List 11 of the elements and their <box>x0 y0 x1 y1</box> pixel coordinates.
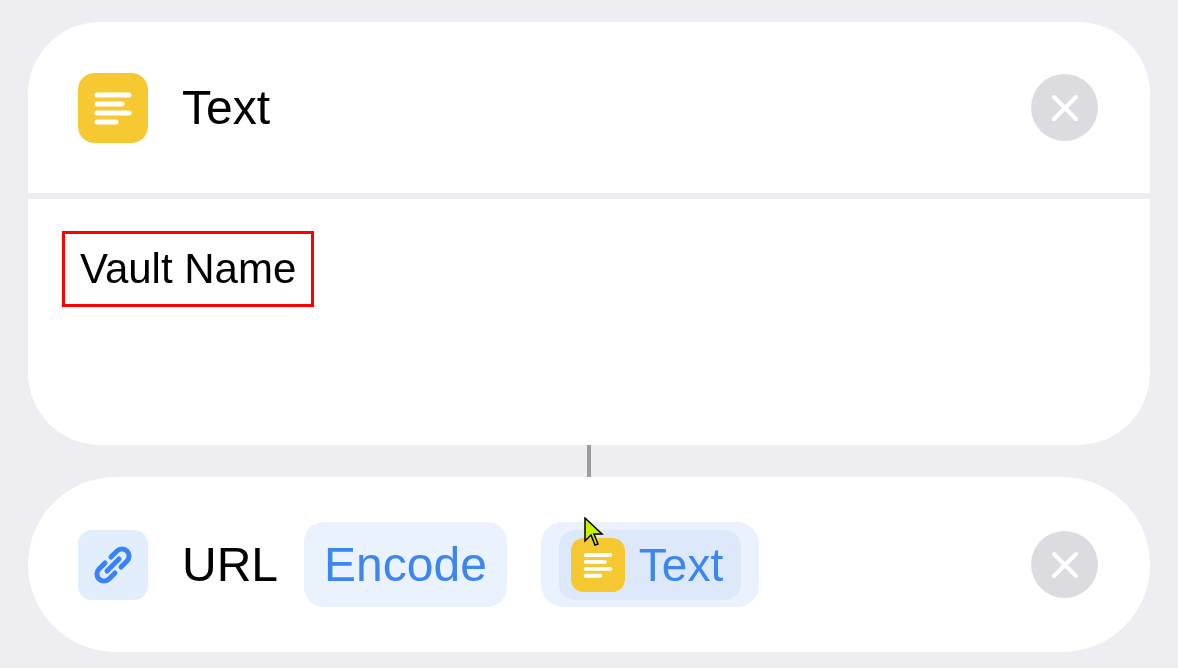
action-title: URL <box>182 540 279 589</box>
text-lines-icon <box>78 72 148 143</box>
action-title: Text <box>182 83 271 132</box>
text-field[interactable]: Vault Name <box>62 231 315 307</box>
text-lines-icon <box>570 537 625 592</box>
variable-token[interactable]: Text <box>558 529 742 600</box>
parameter-token[interactable]: Encode <box>304 522 507 607</box>
cursor-icon <box>584 517 604 547</box>
close-icon <box>1050 550 1079 579</box>
link-icon <box>78 529 148 600</box>
close-icon <box>1050 93 1079 122</box>
